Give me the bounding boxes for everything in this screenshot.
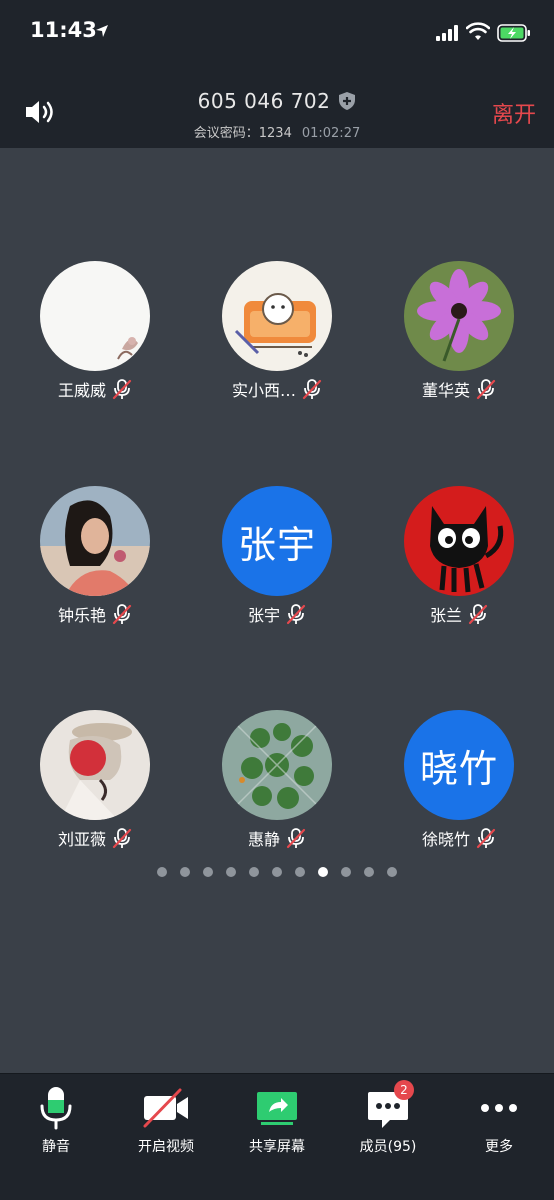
signal-icon	[436, 25, 458, 41]
participant-tile[interactable]: 董华英	[384, 261, 534, 401]
video-off-icon	[143, 1088, 188, 1128]
participant-name: 实小西…	[231, 381, 296, 400]
avatar-image	[40, 710, 150, 820]
mic-muted-icon	[112, 379, 132, 400]
participant-tile[interactable]: 王威威	[20, 261, 170, 401]
avatar: 晓竹	[404, 710, 514, 820]
participant-tile[interactable]: 实小西…	[202, 261, 352, 401]
participant-name: 董华英	[421, 381, 470, 400]
participant-name: 张宇	[247, 606, 280, 625]
avatar	[404, 486, 514, 596]
microphone-icon	[40, 1087, 72, 1130]
wifi-icon	[466, 22, 490, 40]
page-dot[interactable]	[203, 867, 213, 877]
page-dot[interactable]	[272, 867, 282, 877]
avatar-image	[404, 486, 514, 596]
status-time: 11:43	[30, 18, 97, 42]
start-video-label: 开启视频	[138, 1139, 194, 1155]
leave-button[interactable]: 离开	[492, 97, 536, 129]
participant-name: 刘亚薇	[57, 830, 106, 849]
avatar-image	[222, 261, 332, 371]
participant-tile[interactable]: 惠静	[202, 710, 352, 850]
status-bar: 11:43	[0, 0, 554, 70]
avatar	[222, 261, 332, 371]
participant-name: 徐晓竹	[421, 830, 470, 849]
avatar	[40, 486, 150, 596]
start-video-button[interactable]: 开启视频	[116, 1086, 216, 1156]
avatar	[222, 710, 332, 820]
participant-tile[interactable]: 晓竹 徐晓竹	[384, 710, 534, 850]
page-dot[interactable]	[157, 867, 167, 877]
meeting-info: 会议密码：1234 01:02:27	[0, 122, 554, 141]
share-screen-button[interactable]: 共享屏幕	[227, 1086, 327, 1156]
page-dot[interactable]	[387, 867, 397, 877]
mic-muted-icon	[112, 604, 132, 625]
avatar-image	[404, 261, 514, 371]
page-dot[interactable]	[226, 867, 236, 877]
avatar: 张宇	[222, 486, 332, 596]
mic-muted-icon	[476, 379, 496, 400]
members-button[interactable]: 2 成员(95)	[338, 1080, 438, 1156]
meeting-elapsed-time: 01:02:27	[301, 126, 361, 141]
page-dot[interactable]	[295, 867, 305, 877]
meeting-id-row: 605 046 702	[0, 89, 554, 113]
shield-icon[interactable]	[338, 91, 356, 111]
participant-name: 钟乐艳	[57, 606, 106, 625]
page-dot[interactable]	[364, 867, 374, 877]
mic-muted-icon	[476, 828, 496, 849]
participant-name: 张兰	[429, 606, 462, 625]
bottom-toolbar: 静音 开启视频 共享屏幕 2 成员(95) 更多	[0, 1073, 554, 1200]
avatar-image	[222, 710, 332, 820]
avatar	[40, 261, 150, 371]
share-screen-label: 共享屏幕	[249, 1139, 305, 1155]
participant-tile[interactable]: 张兰	[384, 486, 534, 626]
page-indicator[interactable]	[0, 867, 554, 877]
avatar-image	[40, 261, 150, 371]
more-icon	[481, 1104, 517, 1112]
page-dot[interactable]	[249, 867, 259, 877]
share-screen-icon	[257, 1092, 297, 1125]
members-label: 成员(95)	[359, 1139, 417, 1155]
mic-muted-icon	[302, 379, 322, 400]
avatar	[404, 261, 514, 371]
mic-muted-icon	[286, 604, 306, 625]
meeting-header: 605 046 702 会议密码：1234 01:02:27 离开	[0, 70, 554, 148]
mic-muted-icon	[112, 828, 132, 849]
meeting-id[interactable]: 605 046 702	[198, 89, 331, 113]
members-badge: 2	[394, 1080, 414, 1100]
participant-tile[interactable]: 刘亚薇	[20, 710, 170, 850]
participant-grid: 王威威 实小西… 董华英 钟乐艳 张宇 张宇 张兰 刘亚薇 惠静 晓竹 徐晓竹	[0, 148, 554, 1073]
participant-tile[interactable]: 张宇 张宇	[202, 486, 352, 626]
page-dot[interactable]	[180, 867, 190, 877]
location-arrow-icon	[96, 25, 108, 37]
avatar	[40, 710, 150, 820]
avatar-image	[40, 486, 150, 596]
meeting-password: 会议密码：1234	[193, 126, 292, 141]
mute-label: 静音	[42, 1139, 70, 1155]
mute-button[interactable]: 静音	[6, 1086, 106, 1156]
participant-name: 王威威	[57, 381, 106, 400]
mic-muted-icon	[286, 828, 306, 849]
avatar-initials: 张宇	[237, 522, 316, 567]
participant-tile[interactable]: 钟乐艳	[20, 486, 170, 626]
more-button[interactable]: 更多	[449, 1086, 549, 1156]
battery-charging-icon	[497, 24, 530, 42]
avatar-initials: 晓竹	[419, 746, 498, 791]
page-dot[interactable]	[341, 867, 351, 877]
page-dot-active[interactable]	[318, 867, 328, 877]
participant-name: 惠静	[247, 830, 280, 849]
mic-muted-icon	[468, 604, 488, 625]
more-label: 更多	[485, 1139, 513, 1155]
